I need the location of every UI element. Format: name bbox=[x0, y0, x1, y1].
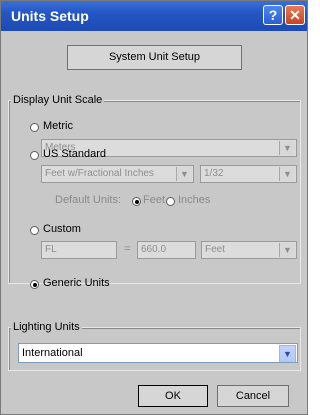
window-title: Units Setup bbox=[11, 8, 89, 24]
fraction-value: 1/32 bbox=[204, 168, 224, 179]
display-unit-scale-label: Display Unit Scale bbox=[11, 94, 105, 106]
us-standard-label: US Standard bbox=[43, 148, 106, 160]
equals-sign: = bbox=[124, 243, 131, 255]
chevron-down-icon: ▼ bbox=[279, 243, 295, 257]
custom-label: Custom bbox=[43, 223, 81, 235]
default-units-feet-radio[interactable] bbox=[132, 197, 141, 206]
close-button[interactable]: ✕ bbox=[285, 5, 305, 25]
help-button[interactable]: ? bbox=[263, 5, 283, 25]
default-units-feet-label: Feet bbox=[143, 194, 166, 206]
generic-units-label: Generic Units bbox=[43, 277, 110, 289]
ok-button[interactable]: OK bbox=[138, 385, 208, 407]
units-setup-dialog: Units Setup ? ✕ System Unit Setup Displa… bbox=[0, 0, 308, 415]
us-standard-units-dropdown[interactable]: Feet w/Fractional Inches ▼ bbox=[41, 165, 194, 183]
cancel-button[interactable]: Cancel bbox=[217, 385, 289, 407]
default-units-inches-radio[interactable] bbox=[166, 197, 175, 206]
us-standard-units-value: Feet w/Fractional Inches bbox=[45, 168, 154, 179]
help-icon: ? bbox=[268, 7, 278, 23]
default-units-label: Default Units: bbox=[55, 194, 122, 206]
system-unit-setup-button[interactable]: System Unit Setup bbox=[67, 45, 242, 70]
lighting-units-value: International bbox=[22, 347, 83, 359]
custom-radio[interactable] bbox=[30, 226, 39, 235]
chevron-down-icon: ▼ bbox=[279, 345, 296, 362]
custom-amount-field[interactable]: 660.0 bbox=[137, 241, 196, 259]
lighting-units-label: Lighting Units bbox=[11, 321, 82, 333]
custom-unit-dropdown[interactable]: Feet ▼ bbox=[201, 241, 297, 259]
close-icon: ✕ bbox=[289, 7, 301, 23]
default-units-inches-label: Inches bbox=[178, 194, 211, 206]
metric-label: Metric bbox=[43, 120, 73, 132]
generic-units-radio[interactable] bbox=[30, 280, 39, 289]
custom-name-field[interactable]: FL bbox=[41, 241, 117, 259]
chevron-down-icon: ▼ bbox=[279, 141, 295, 155]
metric-radio[interactable] bbox=[30, 123, 39, 132]
lighting-units-dropdown[interactable]: International ▼ bbox=[18, 343, 298, 363]
us-standard-radio[interactable] bbox=[30, 151, 39, 160]
chevron-down-icon: ▼ bbox=[176, 167, 192, 181]
fraction-dropdown[interactable]: 1/32 ▼ bbox=[200, 165, 297, 183]
title-bar[interactable]: Units Setup ? ✕ bbox=[1, 1, 307, 31]
custom-unit-value: Feet bbox=[205, 244, 226, 255]
chevron-down-icon: ▼ bbox=[279, 167, 295, 181]
